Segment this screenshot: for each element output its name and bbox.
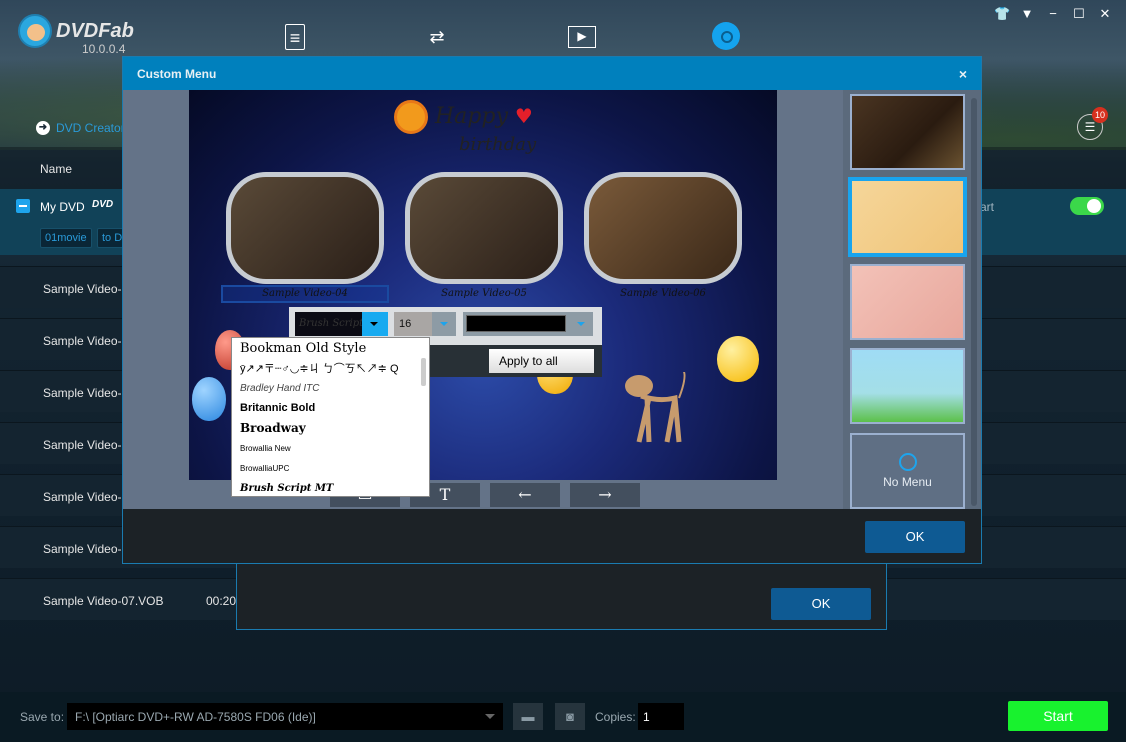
font-family-dropdown[interactable]: Brush Script M: [295, 312, 388, 336]
menu-title-line1: Happy: [435, 104, 508, 129]
dialog-title: Custom Menu: [137, 67, 217, 81]
collapse-icon[interactable]: [16, 199, 30, 213]
menu-icon[interactable]: ▼: [1020, 6, 1034, 22]
font-option[interactable]: Bookman Old Style: [232, 338, 429, 358]
font-option[interactable]: BrowalliaUPC: [232, 458, 429, 478]
app-name: DVDFab: [56, 19, 134, 42]
breadcrumb-label: DVD Creator: [56, 121, 125, 135]
mascot-icon: [18, 14, 52, 48]
menu-title[interactable]: Happy ♥: [394, 100, 533, 134]
save-to-label: Save to:: [20, 710, 65, 724]
font-size-dropdown[interactable]: 16: [394, 312, 456, 336]
background-ok-button[interactable]: OK: [771, 588, 871, 620]
template-scrollbar[interactable]: [971, 98, 977, 506]
partial-label: art: [980, 200, 995, 214]
template-film-reel[interactable]: [850, 94, 965, 170]
video-name: Sample Video-: [43, 334, 122, 348]
chevron-down-icon[interactable]: [362, 312, 388, 336]
template-no-menu[interactable]: No Menu: [850, 433, 965, 509]
close-icon[interactable]: ✕: [1098, 6, 1112, 22]
font-option[interactable]: Bradley Hand ITC: [232, 378, 429, 398]
chip-movie[interactable]: 01movie: [40, 228, 92, 248]
app-version: 10.0.0.4: [82, 42, 126, 56]
font-family-list[interactable]: Bookman Old Style ӯ↗↗〒┄♂◡≑ㄐ ㄅ⌒ㄎ↖↗≑ Q Bra…: [231, 337, 430, 497]
breadcrumb[interactable]: ➜ DVD Creator: [36, 121, 125, 135]
dvd-toggle[interactable]: [1070, 197, 1104, 215]
chevron-down-icon: [485, 714, 495, 719]
video-name: Sample Video-: [43, 490, 122, 504]
heart-icon: ♥: [514, 104, 533, 128]
font-option[interactable]: Brush Script MT: [232, 478, 429, 496]
thumbnail-label[interactable]: Sample Video-04: [225, 288, 385, 299]
thumbnail-label[interactable]: Sample Video-05: [404, 288, 564, 299]
close-icon[interactable]: ×: [959, 66, 967, 82]
chapter-thumbnail[interactable]: [584, 172, 742, 284]
copy-icon[interactable]: ≡: [285, 24, 305, 50]
minimize-icon[interactable]: −: [1046, 6, 1060, 22]
window-controls: 👕 ▼ − ☐ ✕: [994, 6, 1112, 22]
flower-icon: [394, 100, 428, 134]
ripper-icon[interactable]: ⇄: [425, 24, 449, 50]
balloon-icon: [717, 336, 759, 382]
font-size-value: 16: [399, 318, 412, 330]
chevron-down-icon[interactable]: [432, 312, 456, 336]
maximize-icon[interactable]: ☐: [1072, 6, 1086, 22]
font-option[interactable]: Broadway: [232, 418, 429, 438]
font-option[interactable]: Britannic Bold: [232, 398, 429, 418]
copies-label: Copies:: [595, 710, 636, 724]
template-kids[interactable]: [850, 348, 965, 424]
cat-illustration-icon: [619, 367, 689, 452]
video-name: Sample Video-: [43, 386, 122, 400]
template-love[interactable]: [850, 264, 965, 340]
disc-icon: [898, 453, 917, 471]
menu-template-list: No Menu: [843, 90, 981, 509]
save-to-dropdown[interactable]: F:\ [Optiarc DVD+-RW AD-7580S FD06 (Ide)…: [67, 703, 503, 730]
font-option[interactable]: ӯ↗↗〒┄♂◡≑ㄐ ㄅ⌒ㄎ↖↗≑ Q: [232, 358, 429, 378]
chapter-thumbnail[interactable]: [226, 172, 384, 284]
video-name: Sample Video-: [43, 542, 122, 556]
color-swatch: [466, 315, 566, 332]
video-name: Sample Video-: [43, 438, 122, 452]
chevron-down-icon[interactable]: [569, 312, 593, 336]
column-header-name: Name: [40, 162, 73, 176]
browse-folder-button[interactable]: ▬: [513, 703, 543, 730]
video-converter-icon[interactable]: ▶: [568, 26, 596, 48]
ok-button[interactable]: OK: [865, 521, 965, 553]
custom-menu-dialog: Custom Menu × Happy ♥ birthday Sample Vi…: [122, 56, 982, 564]
dvd-video-logo-icon: DVD: [92, 199, 114, 210]
menu-title-line2: birthday: [459, 134, 537, 155]
start-button[interactable]: Start: [1008, 701, 1108, 731]
previous-page-button[interactable]: ←: [490, 483, 560, 507]
video-duration: 00:20: [206, 594, 237, 608]
template-birthday[interactable]: [848, 177, 967, 257]
font-option[interactable]: Browallia New: [232, 438, 429, 458]
next-page-button[interactable]: →: [570, 483, 640, 507]
balloon-icon: [192, 377, 226, 421]
chapter-thumbnail[interactable]: [405, 172, 563, 284]
video-name: Sample Video-: [43, 282, 122, 296]
font-color-dropdown[interactable]: [463, 312, 593, 336]
arrow-right-icon: ➜: [36, 121, 50, 135]
save-to-value: F:\ [Optiarc DVD+-RW AD-7580S FD06 (Ide)…: [75, 710, 316, 724]
video-name: Sample Video-07.VOB: [43, 594, 164, 608]
dialog-body: Happy ♥ birthday Sample Video-04 Sample …: [123, 90, 981, 509]
skin-icon[interactable]: 👕: [994, 6, 1010, 22]
dialog-title-bar: Custom Menu ×: [123, 57, 981, 90]
copies-dropdown[interactable]: 1: [638, 703, 684, 730]
no-menu-label: No Menu: [883, 475, 932, 489]
creator-disc-icon[interactable]: [712, 22, 740, 50]
font-list-scrollbar[interactable]: [421, 358, 426, 386]
dvd-name: My DVD: [40, 200, 85, 214]
background-dialog: OK: [236, 563, 887, 630]
thumbnail-label[interactable]: Sample Video-06: [583, 288, 743, 299]
apply-to-all-button[interactable]: Apply to all: [489, 349, 594, 373]
iso-output-button[interactable]: ◙: [555, 703, 585, 730]
queue-count-badge: 10: [1092, 107, 1108, 123]
copies-value: 1: [643, 710, 650, 724]
